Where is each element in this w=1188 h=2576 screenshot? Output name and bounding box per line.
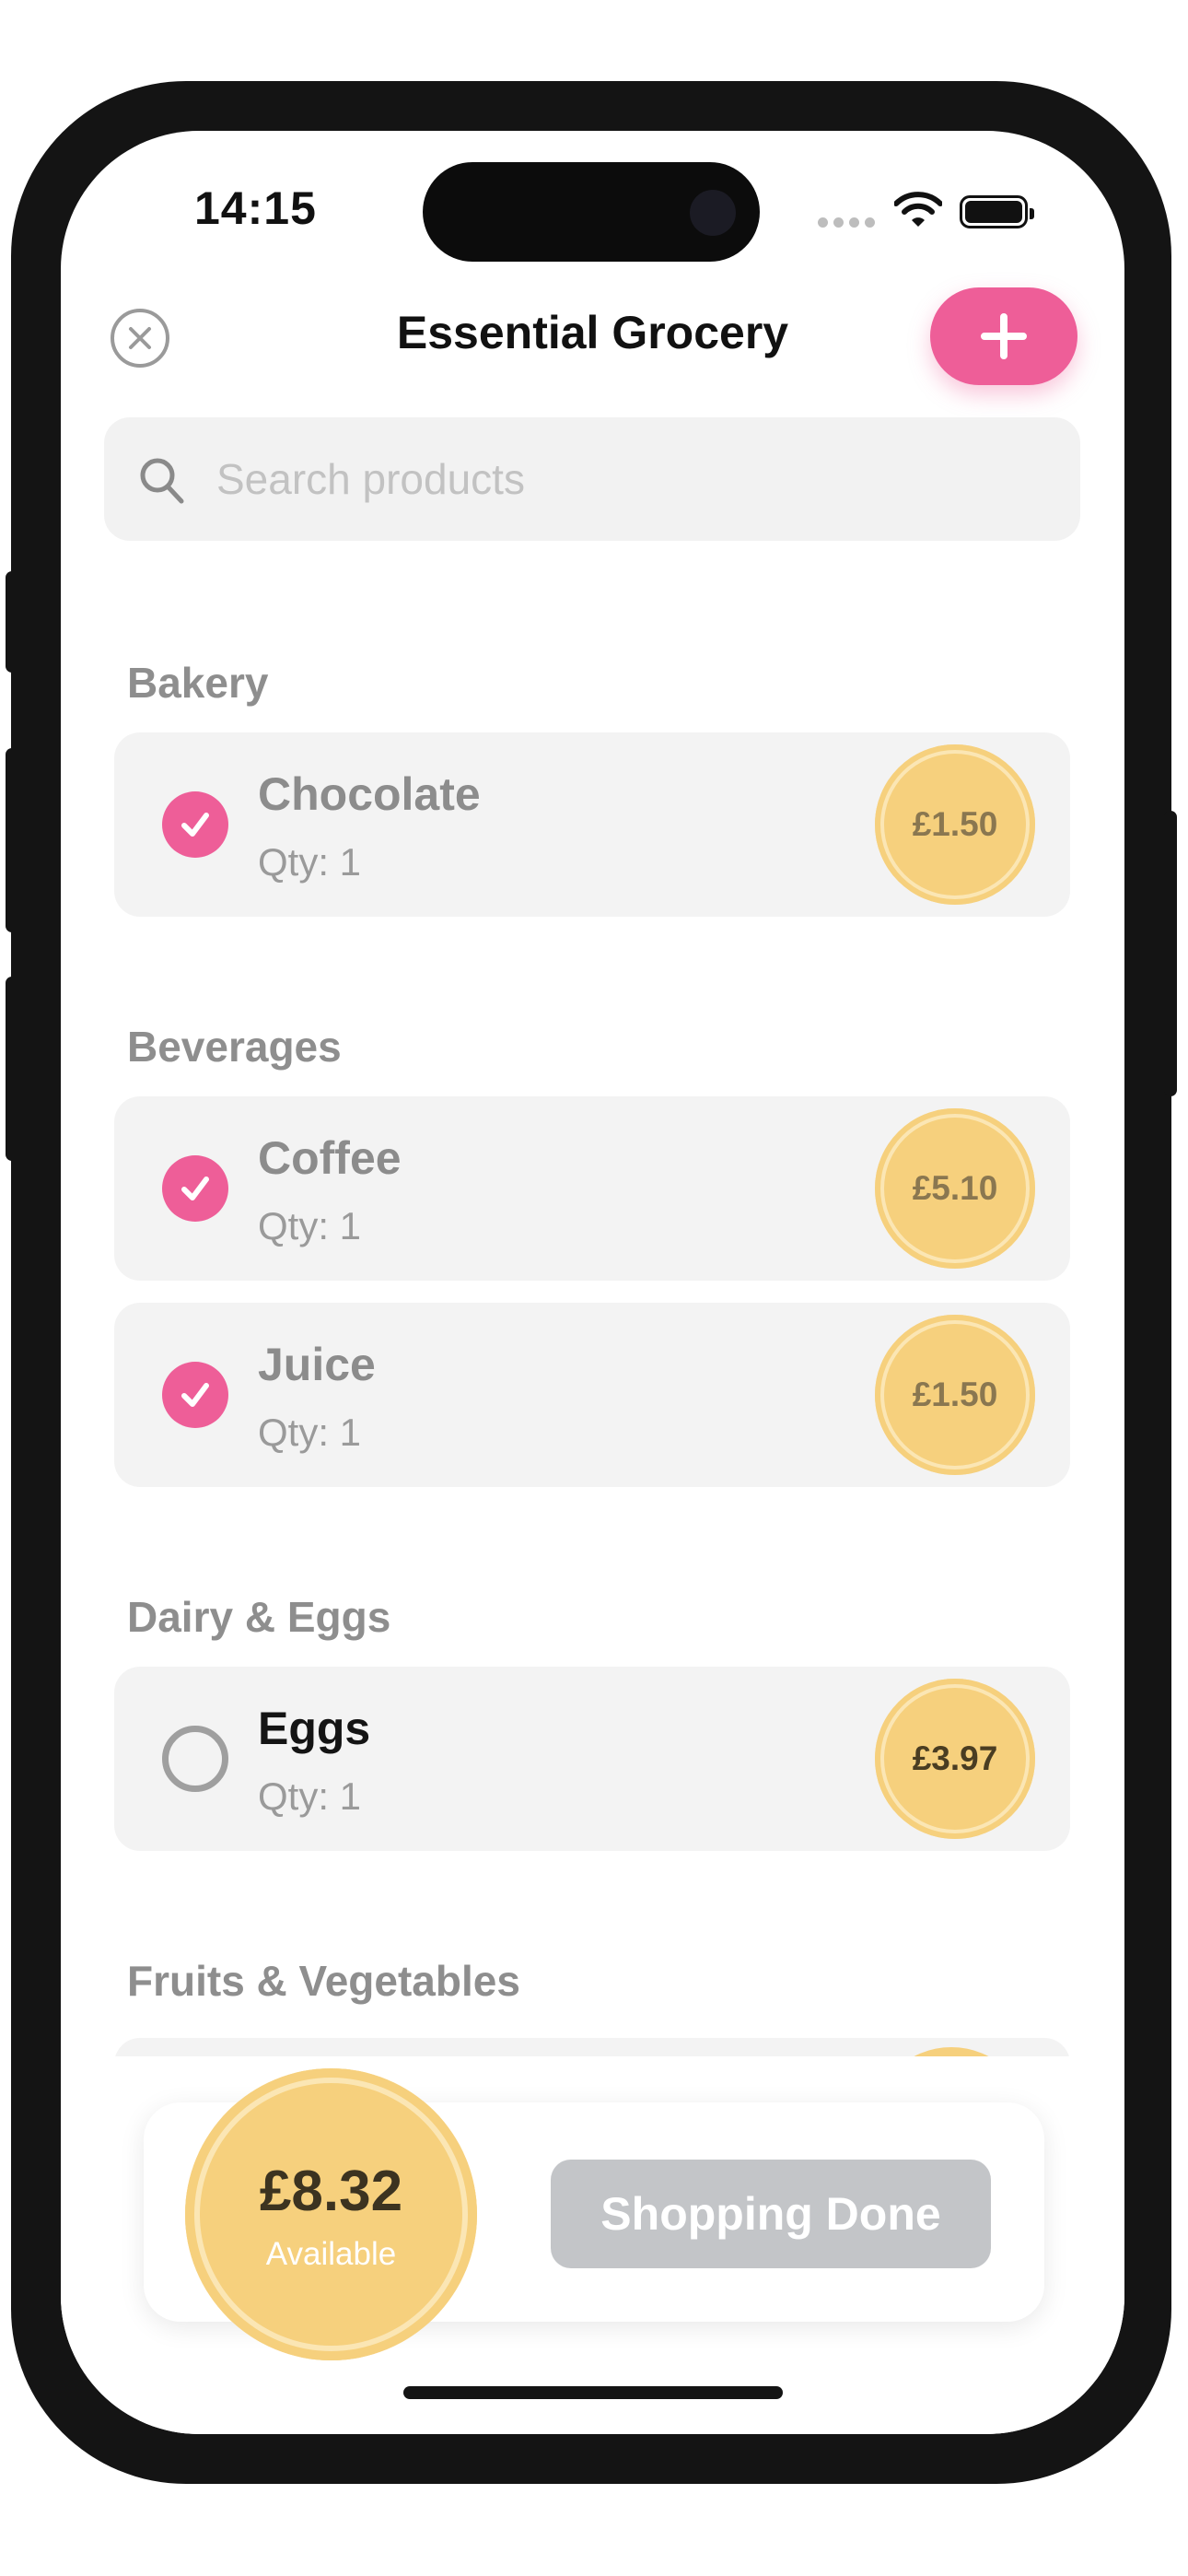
checkmark-icon [181, 813, 209, 837]
app-screen: 14:15 Essential Grocery Bakery Chocolate… [61, 131, 1124, 2434]
budget-label: Available [265, 2236, 397, 2272]
list-item-coffee[interactable]: Coffee Qty: 1 £5.10 [114, 1096, 1070, 1281]
item-price: £1.50 [875, 744, 1035, 905]
wifi-icon [894, 192, 942, 227]
search-bar[interactable] [104, 417, 1080, 541]
list-item-juice[interactable]: Juice Qty: 1 £1.50 [114, 1303, 1070, 1487]
item-checkbox[interactable] [162, 1726, 228, 1792]
item-name: Juice [258, 1339, 376, 1390]
section-title-beverages: Beverages [127, 1023, 342, 1071]
list-item-eggs[interactable]: Eggs Qty: 1 £3.97 [114, 1667, 1070, 1851]
action-button [6, 571, 18, 673]
dynamic-island [423, 162, 760, 262]
plus-icon [981, 313, 1027, 359]
item-quantity: Qty: 1 [258, 1774, 362, 1818]
volume-up-button [6, 748, 18, 932]
checkmark-icon [181, 1383, 209, 1407]
status-time: 14:15 [194, 182, 317, 234]
camera-icon [690, 190, 736, 236]
budget-coin: £8.32 Available [185, 2068, 477, 2360]
item-price: £5.10 [875, 1108, 1035, 1269]
section-title-fruits-vegetables: Fruits & Vegetables [127, 1957, 520, 2005]
search-icon [140, 458, 184, 504]
item-name: Coffee [258, 1132, 402, 1184]
budget-amount: £8.32 [259, 2160, 403, 2223]
item-quantity: Qty: 1 [258, 1411, 362, 1454]
volume-down-button [6, 977, 18, 1161]
item-price: £3.97 [875, 1679, 1035, 1839]
item-price: £1.50 [875, 1315, 1035, 1475]
item-checkbox[interactable] [162, 1155, 228, 1222]
shopping-done-button[interactable]: Shopping Done [551, 2160, 991, 2268]
list-item-chocolate[interactable]: Chocolate Qty: 1 £1.50 [114, 732, 1070, 917]
checkmark-icon [181, 1177, 209, 1200]
battery-icon [960, 195, 1034, 228]
home-indicator[interactable] [403, 2386, 783, 2399]
search-input[interactable] [216, 417, 1027, 541]
power-button [1164, 811, 1177, 1096]
item-quantity: Qty: 1 [258, 840, 362, 884]
item-quantity: Qty: 1 [258, 1204, 362, 1247]
item-checkbox[interactable] [162, 1362, 228, 1428]
item-name: Chocolate [258, 768, 481, 820]
add-item-button[interactable] [930, 287, 1077, 385]
item-checkbox[interactable] [162, 791, 228, 858]
section-title-dairy-eggs: Dairy & Eggs [127, 1593, 391, 1641]
section-title-bakery: Bakery [127, 659, 269, 707]
cellular-signal-icon [818, 217, 875, 228]
item-name: Eggs [258, 1703, 371, 1754]
